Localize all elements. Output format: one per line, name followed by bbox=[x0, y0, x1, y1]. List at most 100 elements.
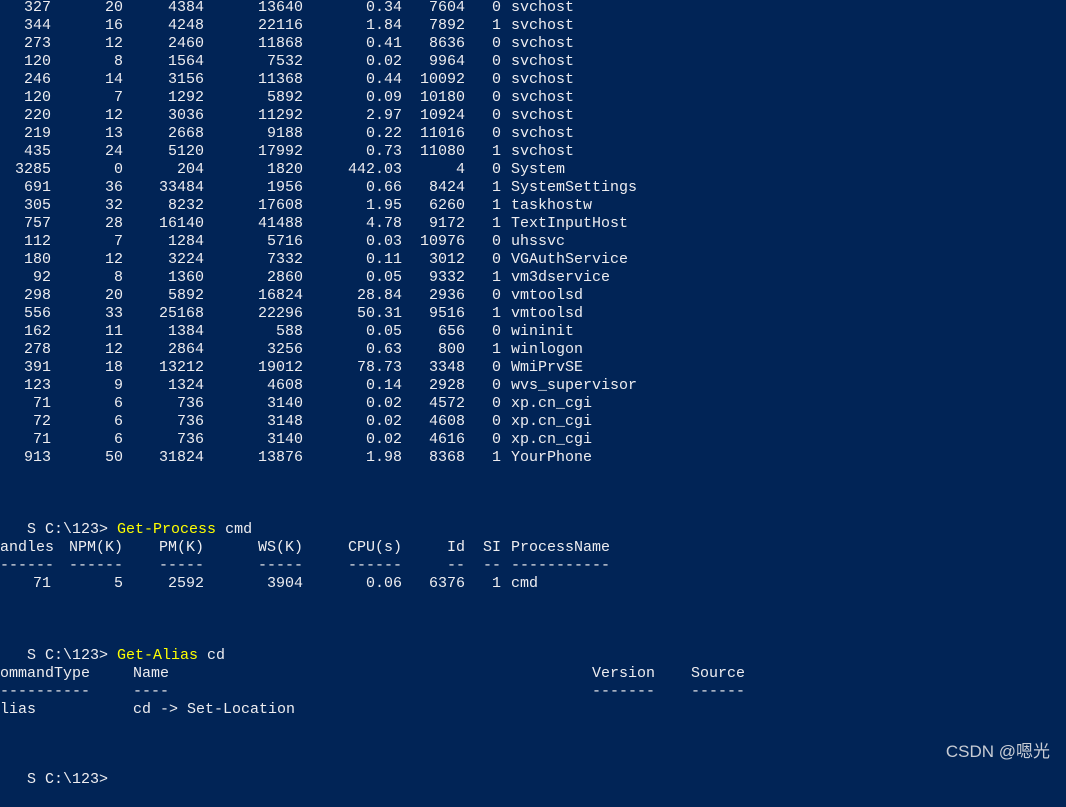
cell-ws: 11368 bbox=[257, 71, 303, 88]
cell-id: 656 bbox=[437, 323, 465, 340]
cell-npm: 9 bbox=[113, 377, 123, 394]
col-si: SI bbox=[482, 539, 501, 556]
cell-cpu: 0.02 bbox=[365, 395, 402, 412]
cell-name: svchost bbox=[511, 17, 575, 34]
cell-si: 0 bbox=[491, 431, 501, 448]
process-row: 305 32 8232 17608 1.95 6260 1 taskhostw bbox=[0, 197, 691, 215]
cell-cpu: 0.05 bbox=[365, 269, 402, 286]
divider: ---------- bbox=[0, 683, 91, 700]
cell-ws: 5716 bbox=[266, 233, 303, 250]
alias-table-divider: ---------- ---- ------- ------ bbox=[0, 683, 791, 701]
process-row: 120 8 1564 7532 0.02 9964 0 svchost bbox=[0, 53, 691, 71]
process-table-header: andles NPM(K) PM(K) WS(K) CPU(s) Id SI P… bbox=[0, 539, 691, 557]
cell-si: 0 bbox=[491, 413, 501, 430]
cell-si: 0 bbox=[491, 0, 501, 16]
cell-pm: 5120 bbox=[167, 143, 204, 160]
cell-id: 10180 bbox=[419, 89, 465, 106]
cell-ws: 7532 bbox=[266, 53, 303, 70]
cell-npm: 0 bbox=[113, 161, 123, 178]
cell-npm: 20 bbox=[104, 0, 123, 16]
cell-cpu: 0.66 bbox=[365, 179, 402, 196]
cell-cpu: 78.73 bbox=[356, 359, 402, 376]
cell-cpu: 28.84 bbox=[356, 287, 402, 304]
prompt-prefix: S C:\123> bbox=[27, 647, 118, 664]
prompt-current[interactable]: S C:\123> bbox=[0, 753, 108, 788]
cell-si: 0 bbox=[491, 35, 501, 52]
cell-npm: 32 bbox=[104, 197, 123, 214]
process-row: 219 13 2668 9188 0.22 11016 0 svchost bbox=[0, 125, 691, 143]
cell-ws: 22296 bbox=[257, 305, 303, 322]
cell-name: TextInputHost bbox=[511, 215, 629, 232]
cell-pm: 736 bbox=[176, 431, 204, 448]
cell-name: xp.cn_cgi bbox=[511, 413, 593, 430]
cell-cpu: 2.97 bbox=[365, 107, 402, 124]
cell-si: 1 bbox=[491, 143, 501, 160]
cell-id: 10092 bbox=[419, 71, 465, 88]
process-row: 556 33 25168 22296 50.31 9516 1 vmtoolsd bbox=[0, 305, 691, 323]
command-name: Get-Alias bbox=[117, 647, 199, 664]
process-row: 278 12 2864 3256 0.63 800 1 winlogon bbox=[0, 341, 691, 359]
cell-pm: 1284 bbox=[167, 233, 204, 250]
cell-npm: 12 bbox=[104, 341, 123, 358]
divider: ------ bbox=[68, 557, 123, 574]
cell-pm: 2592 bbox=[167, 575, 204, 592]
powershell-console[interactable]: 327 20 4384 13640 0.34 7604 0 svchost 344 16 4248 2… bbox=[0, 0, 1066, 788]
cell-npm: 7 bbox=[113, 233, 123, 250]
process-row: 71 6 736 3140 0.02 4616 0 xp.cn_cgi bbox=[0, 431, 691, 449]
cell-cpu: 0.02 bbox=[365, 413, 402, 430]
cell-name: System bbox=[511, 161, 566, 178]
cell-pm: 1292 bbox=[167, 89, 204, 106]
divider: ----- bbox=[257, 557, 303, 574]
cell-name: svchost bbox=[511, 0, 575, 16]
cell-cpu: 0.06 bbox=[365, 575, 402, 592]
cell-npm: 20 bbox=[104, 287, 123, 304]
cell-name: wininit bbox=[511, 323, 575, 340]
process-row: 180 12 3224 7332 0.11 3012 0 VGAuthService bbox=[0, 251, 691, 269]
divider: ------ bbox=[347, 557, 402, 574]
process-row: 435 24 5120 17992 0.73 11080 1 svchost bbox=[0, 143, 691, 161]
cell-id: 4608 bbox=[428, 413, 465, 430]
cell-name: svchost bbox=[511, 53, 575, 70]
cell-ws: 4608 bbox=[266, 377, 303, 394]
cell-pm: 31824 bbox=[158, 449, 204, 466]
cell-ws: 3140 bbox=[266, 395, 303, 412]
cell-ws: 9188 bbox=[266, 125, 303, 142]
cell-pm: 2460 bbox=[167, 35, 204, 52]
cell-si: 1 bbox=[491, 269, 501, 286]
cell-cpu: 0.02 bbox=[365, 53, 402, 70]
command-name: Get-Process bbox=[117, 521, 217, 538]
alias-table-header: ommandType Name Version Source bbox=[0, 665, 791, 683]
cell-npm: 6 bbox=[113, 431, 123, 448]
process-row: 391 18 13212 19012 78.73 3348 0 WmiPrvSE bbox=[0, 359, 691, 377]
cell-pm: 1384 bbox=[167, 323, 204, 340]
process-row: 344 16 4248 22116 1.84 7892 1 svchost bbox=[0, 17, 691, 35]
divider: -- bbox=[482, 557, 501, 574]
cell-name: xp.cn_cgi bbox=[511, 395, 593, 412]
cell-id: 6376 bbox=[428, 575, 465, 592]
cell-id: 4616 bbox=[428, 431, 465, 448]
cell-pm: 204 bbox=[176, 161, 204, 178]
cell-name: taskhostw bbox=[511, 197, 593, 214]
cell-ws: 41488 bbox=[257, 215, 303, 232]
cell-name: svchost bbox=[511, 71, 575, 88]
process-row: 220 12 3036 11292 2.97 10924 0 svchost bbox=[0, 107, 691, 125]
cell-ws: 1820 bbox=[266, 161, 303, 178]
cell-npm: 28 bbox=[104, 215, 123, 232]
cell-id: 9172 bbox=[428, 215, 465, 232]
cell-cpu: 0.03 bbox=[365, 233, 402, 250]
cell-id: 6260 bbox=[428, 197, 465, 214]
prompt-get-process: S C:\123> Get-Process cmd bbox=[0, 503, 252, 538]
cell-ws: 13876 bbox=[257, 449, 303, 466]
cell-npm: 12 bbox=[104, 251, 123, 268]
cell-ws: 3140 bbox=[266, 431, 303, 448]
cell-ws: 1956 bbox=[266, 179, 303, 196]
cell-ws: 3148 bbox=[266, 413, 303, 430]
cell-npm: 8 bbox=[113, 53, 123, 70]
cell-pm: 33484 bbox=[158, 179, 204, 196]
cell-name: YourPhone bbox=[511, 449, 593, 466]
col-commandtype: ommandType bbox=[0, 665, 91, 682]
cell-si: 1 bbox=[491, 179, 501, 196]
cell-id: 9332 bbox=[428, 269, 465, 286]
cell-ws: 13640 bbox=[257, 0, 303, 16]
cell-pm: 1360 bbox=[167, 269, 204, 286]
